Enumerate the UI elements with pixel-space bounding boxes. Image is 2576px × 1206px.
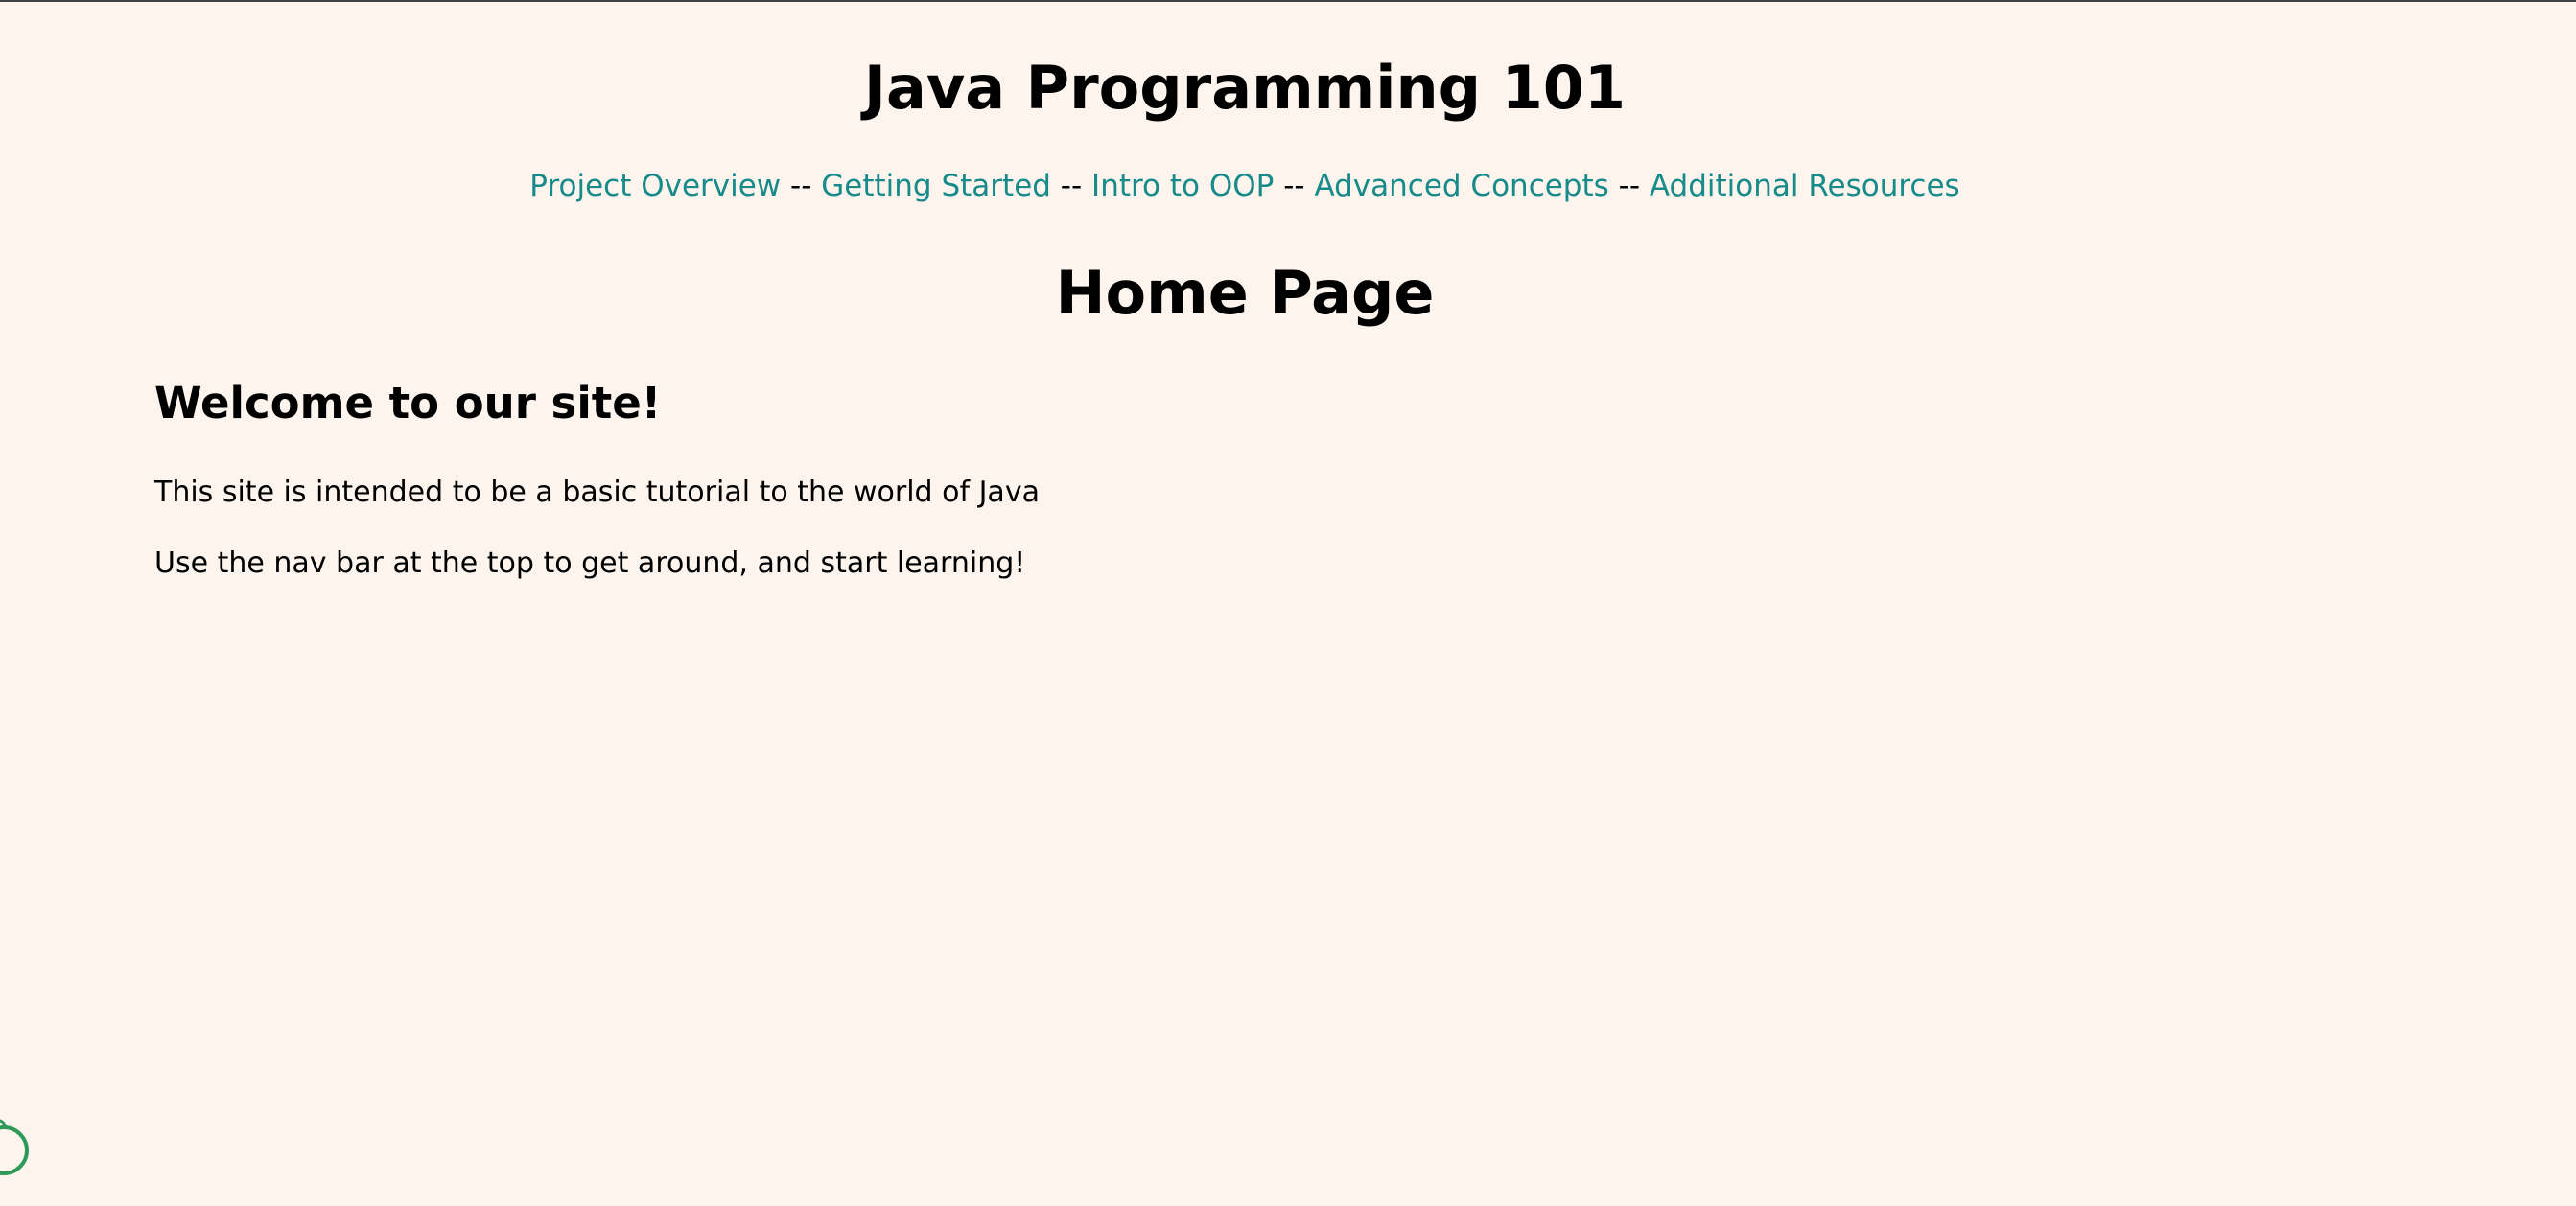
- nav-separator: --: [1608, 169, 1650, 203]
- nav-link-getting-started[interactable]: Getting Started: [821, 169, 1051, 203]
- nav-separator: --: [1050, 169, 1092, 203]
- instructions-paragraph: Use the nav bar at the top to get around…: [154, 546, 1026, 580]
- site-title: Java Programming 101: [863, 53, 1627, 123]
- nav-link-intro-to-oop[interactable]: Intro to OOP: [1091, 169, 1274, 203]
- top-border: [0, 0, 2576, 2]
- nav-link-additional-resources[interactable]: Additional Resources: [1650, 169, 1960, 203]
- circle-outline-icon[interactable]: [0, 1112, 38, 1202]
- nav-separator: --: [781, 169, 822, 203]
- page-heading: Home Page: [1055, 258, 1435, 328]
- nav-link-project-overview[interactable]: Project Overview: [529, 169, 781, 203]
- intro-paragraph: This site is intended to be a basic tuto…: [154, 475, 1040, 509]
- nav-link-advanced-concepts[interactable]: Advanced Concepts: [1314, 169, 1608, 203]
- nav-bar: Project Overview -- Getting Started -- I…: [0, 165, 2490, 207]
- welcome-heading: Welcome to our site!: [154, 378, 662, 429]
- nav-separator: --: [1274, 169, 1315, 203]
